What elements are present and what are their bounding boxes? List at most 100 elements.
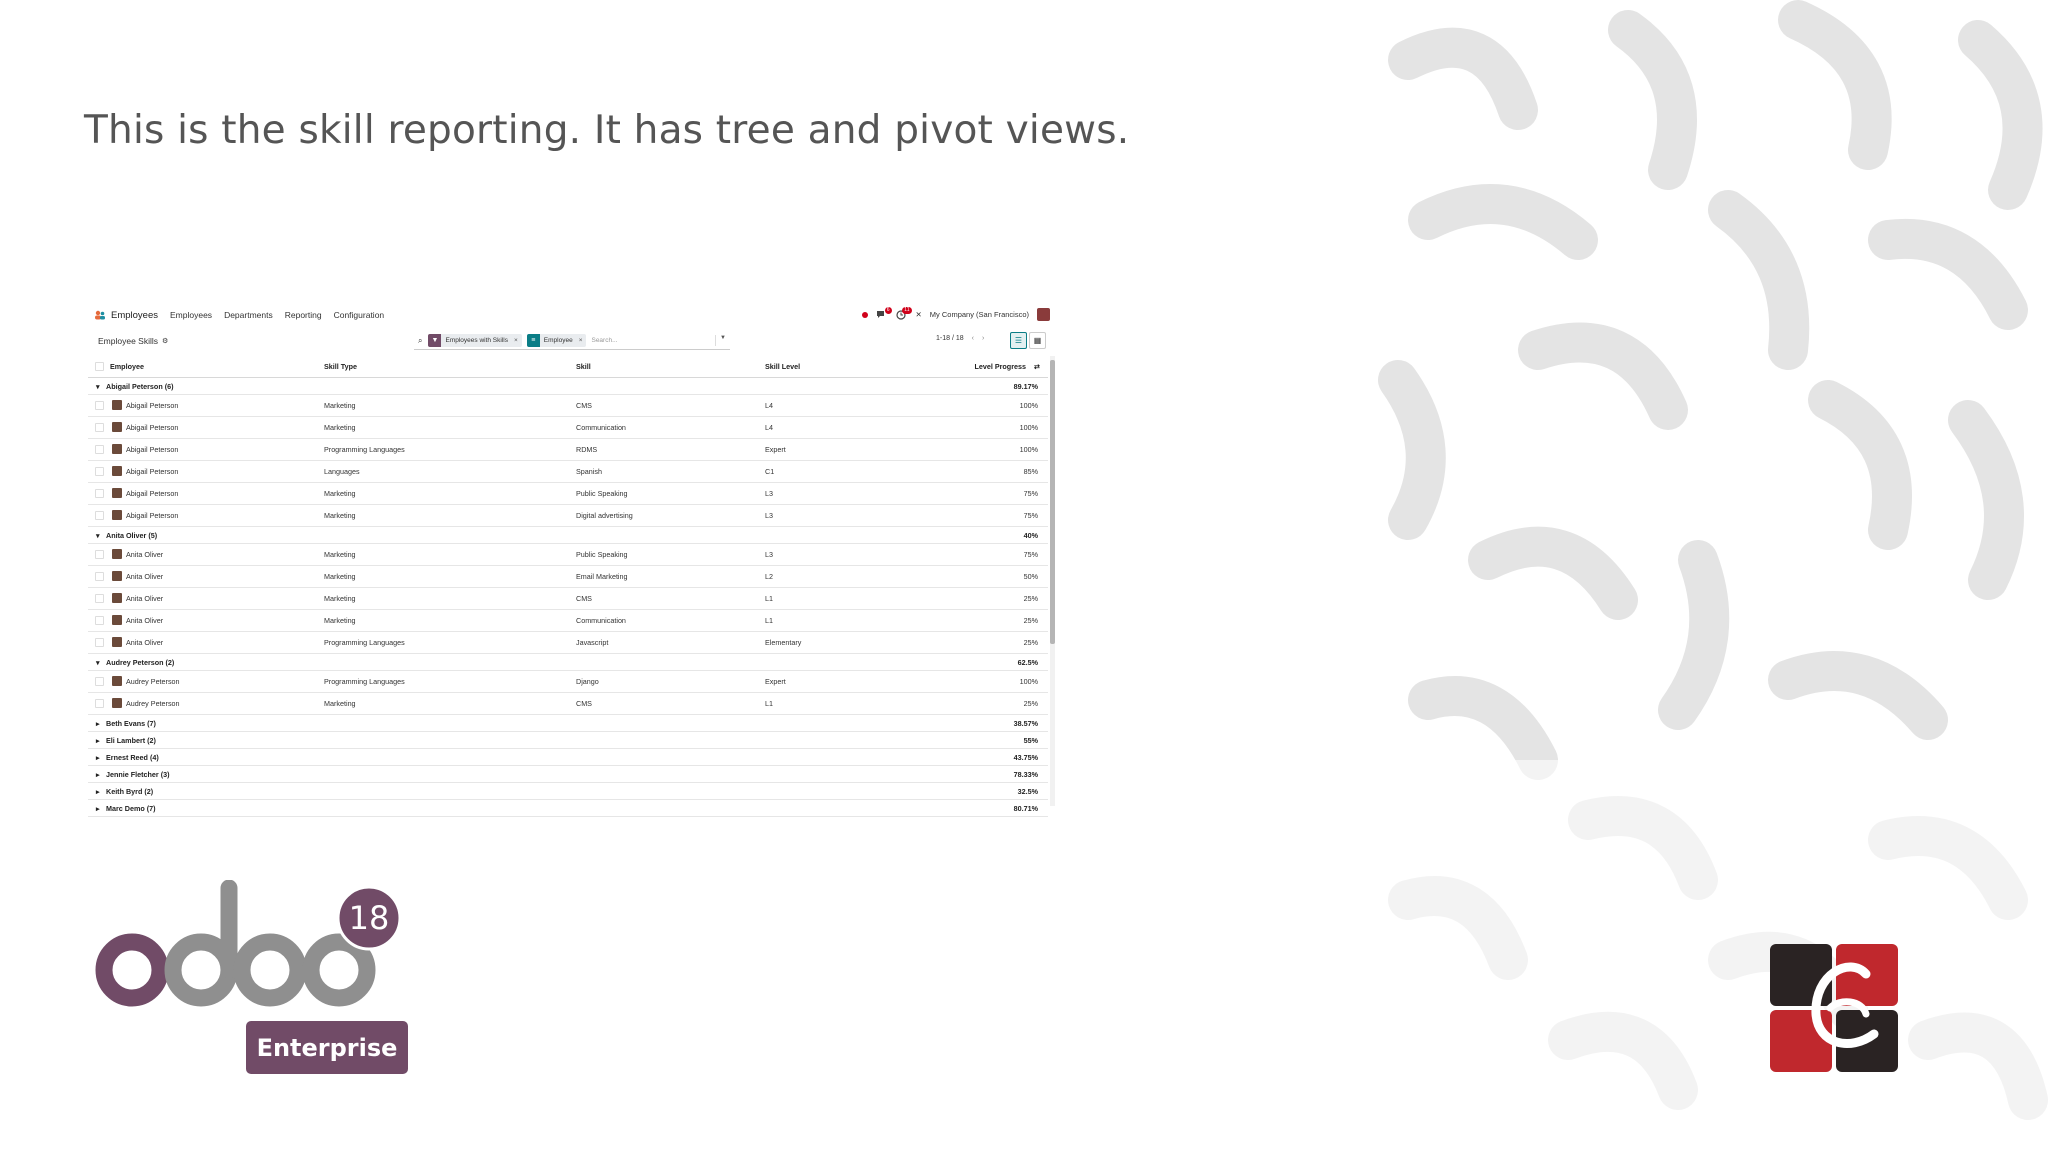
table-row[interactable]: Anita Oliver Programming Languages Javascr… [88, 632, 1048, 654]
row-checkbox[interactable] [95, 572, 104, 581]
pager-previous-icon[interactable]: ‹ [972, 335, 974, 342]
skill-type-cell: Marketing [324, 550, 356, 559]
odoo-screenshot: Employees Employees Departments Reportin… [88, 300, 1058, 817]
status-dot-icon[interactable] [861, 311, 868, 318]
chat-badge: 6 [884, 306, 892, 314]
col-skill[interactable]: Skill [576, 362, 591, 371]
table-row[interactable]: Abigail Peterson Programming Languages RDM… [88, 439, 1048, 461]
skill-cell: Django [576, 677, 599, 686]
control-panel: Employee Skills ⚙ ⌕ ▼ Employees with Ski… [88, 330, 1058, 352]
employee-cell: Abigail Peterson [126, 489, 179, 498]
row-checkbox[interactable] [95, 638, 104, 647]
row-checkbox[interactable] [95, 594, 104, 603]
caret-right-icon: ▸ [96, 787, 100, 796]
employee-cell: Anita Oliver [126, 616, 164, 625]
employee-cell: Abigail Peterson [126, 401, 179, 410]
row-checkbox[interactable] [95, 489, 104, 498]
row-checkbox[interactable] [95, 467, 104, 476]
avatar [112, 593, 122, 603]
skill-cell: CMS [576, 401, 592, 410]
group-row[interactable]: ▾ Anita Oliver (5) 40% [88, 527, 1048, 544]
list-view-icon[interactable]: ☰ [1010, 332, 1027, 349]
table-row[interactable]: Audrey Peterson Programming Languages Djan… [88, 671, 1048, 693]
pager-next-icon[interactable]: › [982, 335, 984, 342]
nav-employees[interactable]: Employees [170, 310, 212, 320]
avatar [112, 488, 122, 498]
group-by-icon: ≡ [526, 334, 540, 347]
level-progress-cell: 25% [1023, 638, 1038, 647]
row-checkbox[interactable] [95, 699, 104, 708]
nav-departments[interactable]: Departments [224, 310, 273, 320]
row-checkbox[interactable] [95, 550, 104, 559]
group-progress: 62.5% [1017, 658, 1038, 667]
user-avatar[interactable] [1037, 308, 1050, 321]
scrollbar[interactable] [1050, 356, 1055, 806]
group-row[interactable]: ▾ Audrey Peterson (2) 62.5% [88, 654, 1048, 671]
table-row[interactable]: Anita Oliver Marketing Public Speaking L3 75… [88, 544, 1048, 566]
select-all-checkbox[interactable] [95, 362, 104, 371]
table-row[interactable]: Abigail Peterson Marketing Digital adverti… [88, 505, 1048, 527]
group-row[interactable]: ▸ Jennie Fletcher (3) 78.33% [88, 766, 1048, 783]
filter-facet[interactable]: ▼ Employees with Skills × [428, 334, 522, 347]
group-name: Jennie Fletcher (3) [106, 770, 170, 779]
table-row[interactable]: Abigail Peterson Marketing Public Speaking… [88, 483, 1048, 505]
groupby-facet[interactable]: ≡ Employee × [526, 334, 587, 347]
level-progress-cell: 100% [1019, 401, 1038, 410]
group-progress: 55% [1023, 736, 1038, 745]
col-skill-type[interactable]: Skill Type [324, 362, 357, 371]
skill-type-cell: Marketing [324, 489, 356, 498]
level-progress-cell: 75% [1023, 511, 1038, 520]
skill-level-cell: L1 [765, 594, 773, 603]
col-employee[interactable]: Employee [110, 362, 144, 371]
table-row[interactable]: Abigail Peterson Marketing CMS L4 100% [88, 395, 1048, 417]
search-options-toggle-icon[interactable]: ▼ [715, 335, 730, 346]
remove-facet-icon[interactable]: × [579, 337, 583, 344]
group-name: Ernest Reed (4) [106, 753, 159, 762]
skill-cell: Digital advertising [576, 511, 633, 520]
nav-configuration[interactable]: Configuration [334, 310, 385, 320]
skill-level-cell: L4 [765, 401, 773, 410]
caret-down-icon: ▾ [96, 382, 100, 391]
company-switcher[interactable]: My Company (San Francisco) [930, 310, 1029, 319]
partner-logo [1770, 944, 1898, 1072]
gear-icon[interactable]: ⚙ [162, 337, 168, 345]
row-checkbox[interactable] [95, 401, 104, 410]
tools-icon[interactable]: ✕ [916, 310, 922, 319]
level-progress-cell: 85% [1023, 467, 1038, 476]
row-checkbox[interactable] [95, 616, 104, 625]
group-row[interactable]: ▸ Keith Byrd (2) 32.5% [88, 783, 1048, 800]
pager-value[interactable]: 1-18 / 18 [936, 335, 964, 342]
table-row[interactable]: Abigail Peterson Marketing Communication L4… [88, 417, 1048, 439]
chat-icon[interactable]: 6 [876, 306, 892, 320]
col-level-progress[interactable]: Level Progress [974, 362, 1026, 371]
group-row[interactable]: ▸ Marc Demo (7) 80.71% [88, 800, 1048, 817]
col-skill-level[interactable]: Skill Level [765, 362, 800, 371]
skill-type-cell: Marketing [324, 594, 356, 603]
row-checkbox[interactable] [95, 677, 104, 686]
scrollbar-thumb[interactable] [1050, 360, 1055, 644]
row-checkbox[interactable] [95, 445, 104, 454]
table-row[interactable]: Audrey Peterson Marketing CMS L1 25% [88, 693, 1048, 715]
row-checkbox[interactable] [95, 423, 104, 432]
group-row[interactable]: ▸ Beth Evans (7) 38.57% [88, 715, 1048, 732]
pivot-view-icon[interactable]: ▦ [1029, 332, 1046, 349]
remove-facet-icon[interactable]: × [514, 337, 518, 344]
group-row[interactable]: ▾ Abigail Peterson (6) 89.17% [88, 378, 1048, 395]
search-input[interactable]: Search... [591, 337, 617, 344]
group-row[interactable]: ▸ Eli Lambert (2) 55% [88, 732, 1048, 749]
search-bar[interactable]: ⌕ ▼ Employees with Skills × ≡ Employee ×… [414, 332, 730, 350]
avatar [112, 698, 122, 708]
group-row[interactable]: ▸ Ernest Reed (4) 43.75% [88, 749, 1048, 766]
skill-level-cell: L3 [765, 511, 773, 520]
skill-level-cell: L4 [765, 423, 773, 432]
table-row[interactable]: Anita Oliver Marketing CMS L1 25% [88, 588, 1048, 610]
table-row[interactable]: Anita Oliver Marketing Communication L1 25% [88, 610, 1048, 632]
activity-clock-icon[interactable]: 11 [895, 306, 912, 320]
table-row[interactable]: Anita Oliver Marketing Email Marketing L2 50… [88, 566, 1048, 588]
nav-reporting[interactable]: Reporting [285, 310, 322, 320]
app-brand[interactable]: Employees [94, 310, 158, 321]
optional-columns-icon[interactable]: ⇄ [1034, 362, 1040, 371]
row-checkbox[interactable] [95, 511, 104, 520]
table-row[interactable]: Abigail Peterson Languages Spanish C1 85% [88, 461, 1048, 483]
group-name: Eli Lambert (2) [106, 736, 156, 745]
